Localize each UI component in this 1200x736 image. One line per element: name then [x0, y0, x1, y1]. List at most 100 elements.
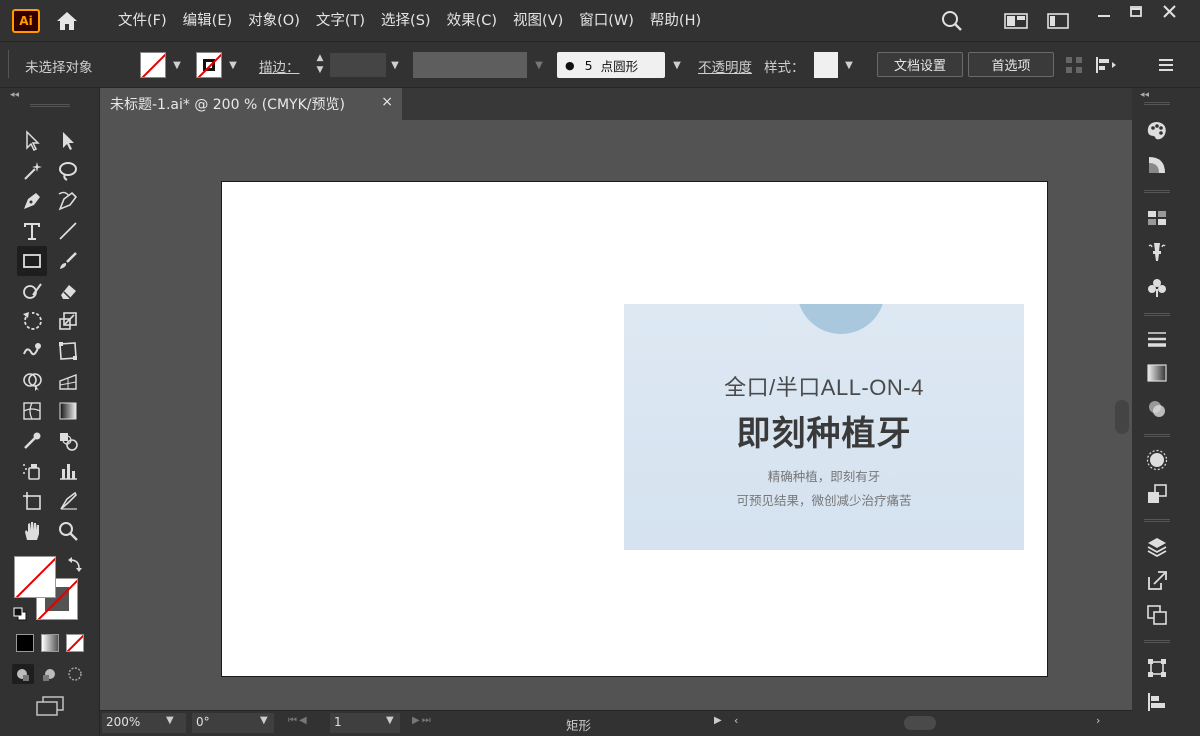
- curvature-tool-icon[interactable]: [53, 186, 83, 216]
- menu-select[interactable]: 选择(S): [373, 10, 439, 32]
- menu-edit[interactable]: 编辑(E): [175, 10, 240, 32]
- search-icon[interactable]: [940, 9, 964, 37]
- horizontal-scroll-thumb[interactable]: [904, 716, 936, 730]
- fill-dropdown-icon[interactable]: ▼: [168, 52, 186, 78]
- screen-mode-icon[interactable]: [35, 694, 65, 722]
- gradient-panel-icon[interactable]: [1141, 357, 1173, 389]
- draw-behind-icon[interactable]: [38, 664, 60, 688]
- graphic-style-swatch[interactable]: [814, 52, 838, 78]
- shape-builder-tool-icon[interactable]: [17, 366, 47, 396]
- panel-menu-icon[interactable]: [1156, 55, 1176, 79]
- profile-dropdown-icon[interactable]: ▼: [530, 52, 548, 78]
- stroke-label[interactable]: 描边：: [259, 56, 300, 76]
- rectangle-tool-icon[interactable]: [17, 246, 47, 276]
- scroll-left-icon[interactable]: ‹: [734, 714, 738, 727]
- collapse-panel-icon[interactable]: ◂◂: [10, 90, 19, 100]
- lasso-tool-icon[interactable]: [53, 156, 83, 186]
- swap-fill-stroke-icon[interactable]: [66, 556, 84, 578]
- panel-grip[interactable]: [1144, 640, 1170, 643]
- draw-inside-icon[interactable]: [64, 664, 86, 688]
- line-segment-tool-icon[interactable]: [53, 216, 83, 246]
- rotation-dropdown-icon[interactable]: ▼: [260, 715, 268, 726]
- hand-tool-icon[interactable]: [17, 516, 47, 546]
- scroll-right-icon[interactable]: ›: [1096, 714, 1100, 727]
- mesh-tool-icon[interactable]: [17, 396, 47, 426]
- swatches-icon[interactable]: [1141, 202, 1173, 234]
- graphic-styles-icon[interactable]: [1141, 478, 1173, 510]
- menu-file[interactable]: 文件(F): [110, 10, 175, 32]
- rotate-tool-icon[interactable]: [17, 306, 47, 336]
- perspective-grid-tool-icon[interactable]: [53, 366, 83, 396]
- none-mode-icon[interactable]: [66, 634, 84, 652]
- blend-tool-icon[interactable]: [53, 426, 83, 456]
- fill-swatch[interactable]: [140, 52, 166, 78]
- panel-grip[interactable]: [1144, 519, 1170, 522]
- status-menu-icon[interactable]: ▶: [714, 715, 722, 726]
- restore-icon[interactable]: [1126, 4, 1146, 24]
- stroke-weight-input[interactable]: [330, 53, 386, 77]
- shaper-tool-icon[interactable]: [17, 276, 47, 306]
- transform-icon[interactable]: [1064, 55, 1084, 79]
- panel-grip[interactable]: [30, 104, 70, 107]
- panel-grip[interactable]: [1144, 313, 1170, 316]
- magic-wand-tool-icon[interactable]: [17, 156, 47, 186]
- vertical-scroll-thumb[interactable]: [1115, 400, 1129, 434]
- symbol-sprayer-tool-icon[interactable]: [17, 456, 47, 486]
- zoom-tool-icon[interactable]: [53, 516, 83, 546]
- align-icon[interactable]: [1094, 55, 1118, 79]
- symbols-icon[interactable]: [1141, 272, 1173, 304]
- scale-tool-icon[interactable]: [53, 306, 83, 336]
- artboards-panel-icon[interactable]: [1141, 599, 1173, 631]
- brush-dropdown-icon[interactable]: ▼: [668, 52, 686, 78]
- tab-close-icon[interactable]: ×: [381, 94, 393, 110]
- free-transform-tool-icon[interactable]: [53, 336, 83, 366]
- stroke-dropdown-icon[interactable]: ▼: [224, 52, 242, 78]
- stroke-swatch[interactable]: [196, 52, 222, 78]
- app-logo[interactable]: Ai: [12, 9, 40, 33]
- stroke-panel-icon[interactable]: [1141, 323, 1173, 355]
- slice-tool-icon[interactable]: [53, 486, 83, 516]
- stroke-weight-dropdown-icon[interactable]: ▼: [386, 52, 404, 78]
- panel-grip[interactable]: [1144, 190, 1170, 193]
- appearance-icon[interactable]: [1141, 444, 1173, 476]
- column-graph-tool-icon[interactable]: [53, 456, 83, 486]
- arrange-documents-icon[interactable]: [1046, 11, 1070, 35]
- gradient-mode-icon[interactable]: [41, 634, 59, 652]
- menu-object[interactable]: 对象(O): [240, 10, 308, 32]
- color-palette-icon[interactable]: [1141, 115, 1173, 147]
- artboard-tool-icon[interactable]: [17, 486, 47, 516]
- asset-export-icon[interactable]: [1141, 565, 1173, 597]
- brush-definition[interactable]: ● 5 点圆形: [557, 52, 665, 78]
- minimize-icon[interactable]: [1094, 6, 1114, 26]
- variable-width-profile[interactable]: [413, 52, 527, 78]
- document-tab[interactable]: 未标题-1.ai* @ 200 % (CMYK/预览) ×: [100, 88, 402, 120]
- menu-type[interactable]: 文字(T): [308, 10, 373, 32]
- style-dropdown-icon[interactable]: ▼: [840, 52, 858, 78]
- opacity-label[interactable]: 不透明度: [698, 56, 752, 76]
- menu-view[interactable]: 视图(V): [505, 10, 571, 32]
- zoom-dropdown-icon[interactable]: ▼: [166, 715, 174, 726]
- paintbrush-tool-icon[interactable]: [53, 246, 83, 276]
- next-last-artboard-icon[interactable]: ▶⏭: [412, 715, 433, 726]
- stroke-stepper[interactable]: ▲ ▼: [312, 52, 328, 78]
- type-tool-icon[interactable]: [17, 216, 47, 246]
- color-mode-icon[interactable]: [16, 634, 34, 652]
- default-fill-stroke-icon[interactable]: [13, 606, 27, 625]
- pen-tool-icon[interactable]: [17, 186, 47, 216]
- close-icon[interactable]: [1160, 4, 1180, 24]
- selection-tool-icon[interactable]: [17, 126, 47, 156]
- align-panel-icon[interactable]: [1141, 686, 1173, 718]
- transform-panel-icon[interactable]: [1141, 652, 1173, 684]
- workspace-layout-icon[interactable]: [1004, 11, 1028, 35]
- menu-window[interactable]: 窗口(W): [571, 10, 642, 32]
- warp-tool-icon[interactable]: [17, 336, 47, 366]
- transparency-icon[interactable]: [1141, 393, 1173, 425]
- eyedropper-tool-icon[interactable]: [17, 426, 47, 456]
- panel-grip[interactable]: [1144, 102, 1170, 105]
- gradient-tool-icon[interactable]: [53, 396, 83, 426]
- brushes-icon[interactable]: [1141, 236, 1173, 268]
- document-setup-button[interactable]: 文档设置: [877, 52, 963, 77]
- direct-selection-tool-icon[interactable]: [53, 126, 83, 156]
- first-prev-artboard-icon[interactable]: ⏮◀: [288, 715, 309, 726]
- panel-grip[interactable]: [1144, 434, 1170, 437]
